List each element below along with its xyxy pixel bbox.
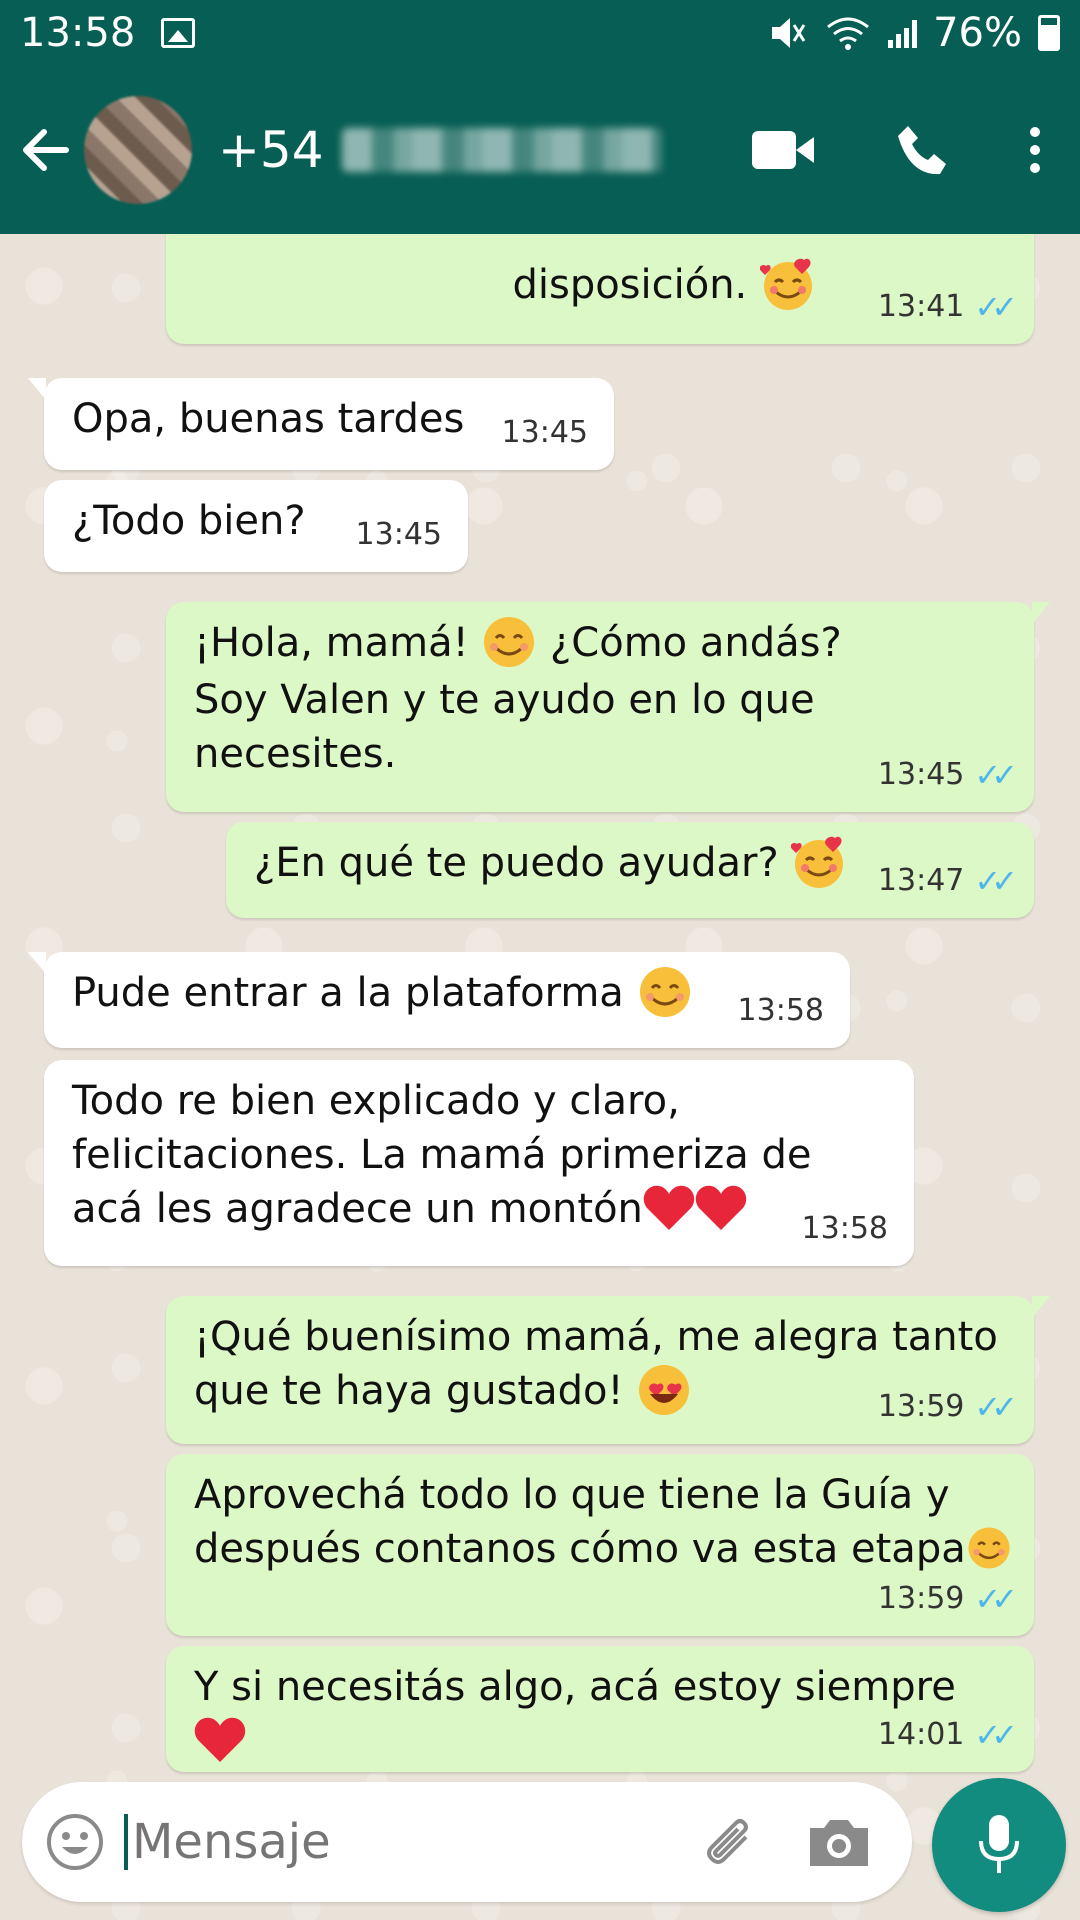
message-time: 13:45 — [501, 415, 588, 450]
message-text-continued: ¿Cómo andás? — [537, 620, 842, 666]
red-heart-emoji — [695, 1185, 747, 1230]
more-vert-icon[interactable] — [1030, 127, 1040, 173]
battery-percent: 76% — [933, 10, 1022, 56]
wifi-icon — [827, 17, 870, 50]
double-check-icon: ✓✓ — [974, 1580, 1018, 1618]
message-time: 13:59 — [877, 1389, 965, 1424]
chat-toolbar: +54 — [0, 88, 1080, 212]
message-bubble-incoming[interactable]: ¿Todo bien? 13:45 — [44, 480, 468, 572]
message-text-line: que te haya gustado! — [194, 1368, 637, 1414]
message-text: Opa, buenas tardes — [72, 396, 465, 442]
contact-name[interactable]: +54 — [218, 121, 662, 179]
message-text: ¿Todo bien? — [72, 498, 306, 544]
message-bubble-outgoing[interactable]: ¡Qué buenísimo mamá, me alegra tanto que… — [166, 1296, 1050, 1444]
smiling-face-emoji — [968, 1527, 1010, 1569]
smiley-icon[interactable] — [44, 1811, 106, 1873]
battery-icon — [1038, 15, 1060, 51]
message-time: 13:59 — [877, 1581, 965, 1616]
message-text-line: después contanos cómo va esta etapa — [194, 1526, 966, 1572]
double-check-icon: ✓✓ — [974, 862, 1018, 900]
status-time: 13:58 — [20, 10, 136, 56]
message-input[interactable] — [124, 1814, 624, 1870]
arrow-left-icon[interactable] — [16, 120, 76, 180]
smiling-face-with-hearts-emoji — [791, 836, 844, 888]
double-check-icon: ✓✓ — [974, 288, 1018, 326]
mic-button[interactable] — [932, 1778, 1066, 1912]
app-header: 13:58 76% +54 — [0, 0, 1080, 234]
status-bar: 13:58 76% — [0, 0, 1080, 66]
message-text: Pude entrar a la plataforma — [72, 970, 637, 1016]
message-text-line: Todo re bien explicado y claro, — [72, 1078, 680, 1124]
heart-eyes-emoji — [639, 1365, 690, 1415]
message-text: ¿En qué te puedo ayudar? — [254, 840, 792, 886]
message-bubble-incoming[interactable]: Pude entrar a la plataforma 13:58 — [28, 952, 850, 1048]
message-time: 13:47 — [877, 863, 965, 898]
contact-avatar[interactable] — [84, 96, 192, 204]
gallery-notification-icon — [161, 18, 196, 48]
message-bubble-incoming[interactable]: Todo re bien explicado y claro, felicita… — [44, 1060, 914, 1266]
message-text-line: Aprovechá todo lo que tiene la Guía y — [194, 1472, 950, 1518]
red-heart-emoji — [194, 1717, 246, 1762]
message-bubble-outgoing[interactable]: Aprovechá todo lo que tiene la Guía y de… — [166, 1454, 1034, 1636]
message-bubble-outgoing[interactable]: ¿En qué te puedo ayudar? 13:47 ✓✓ — [226, 822, 1034, 918]
smiling-face-emoji — [639, 967, 690, 1017]
signal-icon — [888, 18, 918, 48]
message-text-line: acá les agradece un montón — [72, 1186, 643, 1232]
message-text: disposición. — [512, 262, 748, 308]
message-time: 13:58 — [737, 993, 824, 1028]
message-bubble-outgoing[interactable]: ¡Hola, mamá! ¿Cómo andás? Soy Valen y te… — [166, 602, 1050, 812]
red-heart-emoji — [643, 1185, 695, 1230]
message-time: 13:41 — [877, 289, 965, 324]
paperclip-icon[interactable] — [696, 1811, 758, 1873]
video-call-icon[interactable] — [752, 131, 814, 169]
mute-icon — [772, 18, 806, 48]
smiling-face-with-hearts-emoji — [760, 258, 812, 310]
message-time: 13:45 — [877, 757, 965, 792]
message-list[interactable]: disposición. 13:41 ✓✓ Opa, buenas tardes … — [0, 234, 1080, 1784]
message-time: 13:58 — [801, 1211, 888, 1246]
message-bubble-incoming[interactable]: Opa, buenas tardes 13:45 — [28, 378, 614, 470]
message-text: Y si necesitás algo, acá estoy siempre — [194, 1664, 956, 1710]
double-check-icon: ✓✓ — [974, 1716, 1018, 1754]
double-check-icon: ✓✓ — [974, 1388, 1018, 1426]
message-text-line: ¡Qué buenísimo mamá, me alegra tanto — [194, 1314, 998, 1360]
message-text: ¡Hola, mamá! — [194, 620, 482, 666]
message-time: 14:01 — [877, 1717, 965, 1752]
camera-icon[interactable] — [806, 1814, 872, 1870]
smiling-face-emoji — [484, 617, 535, 667]
contact-number-redacted — [341, 128, 662, 172]
mic-icon — [979, 1815, 1019, 1873]
phone-icon[interactable] — [894, 122, 950, 178]
message-time: 13:45 — [355, 517, 442, 552]
message-composer — [22, 1782, 912, 1902]
message-text-line: felicitaciones. La mamá primeriza de — [72, 1132, 812, 1178]
message-bubble-outgoing[interactable]: Y si necesitás algo, acá estoy siempre 1… — [166, 1646, 1034, 1772]
message-text-line: Soy Valen y te ayudo en lo que — [194, 677, 815, 723]
message-bubble-outgoing[interactable]: disposición. 13:41 ✓✓ — [166, 234, 1034, 344]
double-check-icon: ✓✓ — [974, 756, 1018, 794]
contact-number-prefix: +54 — [218, 121, 324, 179]
